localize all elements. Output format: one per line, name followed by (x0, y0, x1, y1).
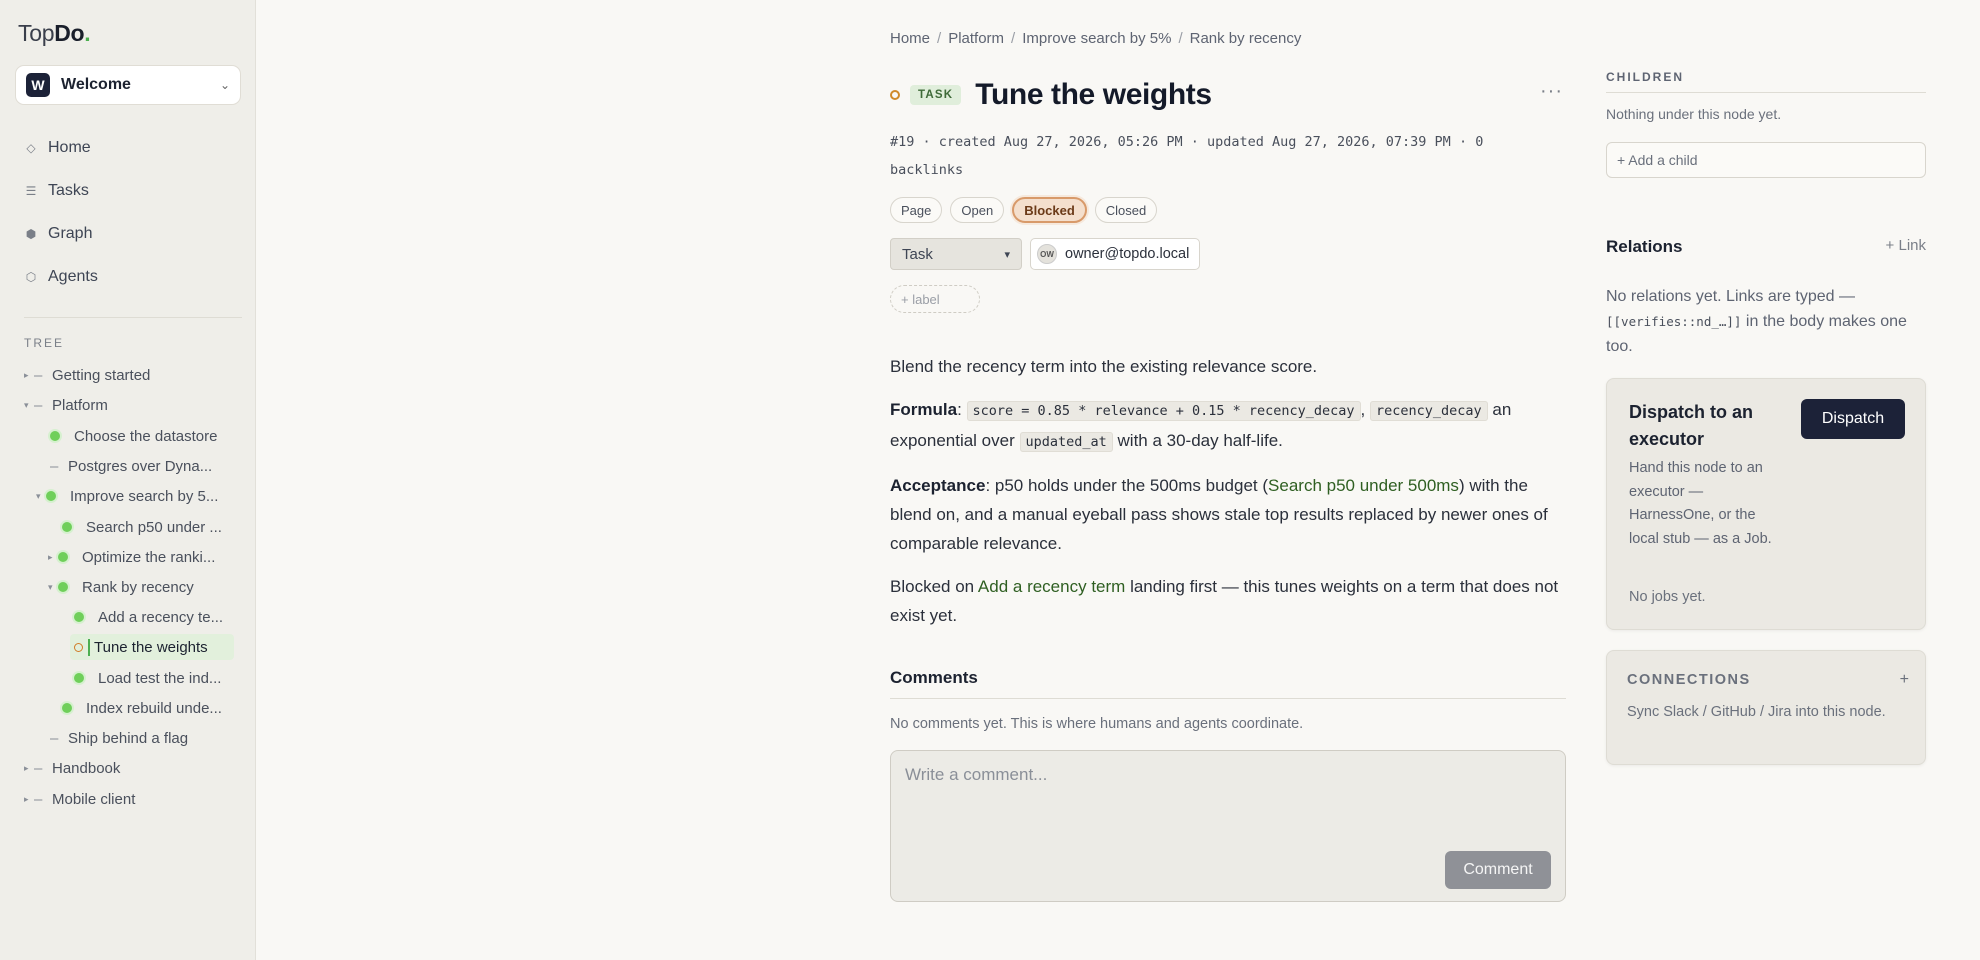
workspace-switcher[interactable]: W Welcome ⌄ (15, 65, 241, 105)
caret-right-icon[interactable]: ▸ (24, 763, 34, 774)
tree-item[interactable]: ▾ Rank by recency (48, 574, 194, 600)
dispatch-title: Dispatch to an executor (1629, 402, 1754, 449)
type-badge: TASK (910, 85, 962, 105)
status-dot-icon (58, 552, 68, 562)
breadcrumb-item[interactable]: Rank by recency (1190, 30, 1302, 47)
status-dot-icon (74, 612, 84, 622)
caret-down-icon[interactable]: ▾ (48, 582, 58, 593)
caret-down-icon[interactable]: ▾ (36, 491, 46, 502)
tree-item[interactable]: ▾ – Platform (24, 392, 108, 418)
tree-item[interactable]: ▸ – Handbook (24, 755, 120, 781)
children-heading: CHILDREN (1606, 70, 1926, 93)
caret-right-icon[interactable]: ▸ (24, 370, 34, 381)
chevron-down-icon: ▾ (1004, 248, 1010, 261)
tree-item[interactable]: ▸ – Mobile client (24, 786, 135, 812)
node-link[interactable]: Add a recency term (978, 577, 1125, 596)
children-empty-text: Nothing under this node yet. (1606, 106, 1782, 122)
connections-description: Sync Slack / GitHub / Jira into this nod… (1627, 704, 1886, 720)
add-link-button[interactable]: + Link (1886, 237, 1926, 257)
dispatch-jobs-text: No jobs yet. (1629, 589, 1706, 605)
nav-graph[interactable]: ⬢ Graph (24, 221, 93, 247)
body-paragraph: Formula: score = 0.85 * relevance + 0.15… (890, 400, 1512, 452)
tree-item[interactable]: Add a recency te... (74, 604, 223, 630)
add-connection-icon[interactable]: + (1900, 671, 1909, 689)
node-header: TASK Tune the weights (890, 74, 1212, 116)
node-link[interactable]: Search p50 under 500ms (1268, 476, 1459, 495)
nav-tasks[interactable]: ☰ Tasks (24, 178, 89, 204)
comment-button[interactable]: Comment (1445, 851, 1551, 889)
more-options-icon[interactable]: ··· (1540, 80, 1563, 103)
add-label-button[interactable]: + label (890, 285, 980, 313)
nav-agents[interactable]: ⬡ Agents (24, 264, 98, 290)
body-paragraph: Blocked on Add a recency term landing fi… (890, 577, 1559, 625)
app-logo[interactable]: TopDo. (18, 20, 91, 47)
tree-item[interactable]: ▾ Improve search by 5... (36, 483, 218, 509)
agents-icon: ⬡ (25, 270, 37, 284)
status-dot-icon (62, 703, 72, 713)
body-paragraph: Blend the recency term into the existing… (890, 357, 1318, 376)
owner-chip[interactable]: OW owner@topdo.local (1030, 238, 1201, 270)
status-pill-page[interactable]: Page (890, 197, 943, 223)
sidebar: TopDo. W Welcome ⌄ ◇ Home ☰ Tasks ⬢ Graph ⬡… (0, 0, 256, 960)
status-dot-icon (74, 673, 84, 683)
tree-heading: TREE (24, 336, 65, 350)
tree-item[interactable]: Load test the ind... (74, 665, 221, 691)
status-ring-icon (890, 90, 900, 100)
breadcrumb-item[interactable]: Improve search by 5% (1022, 30, 1171, 47)
connections-heading: CONNECTIONS (1627, 672, 1751, 688)
workspace-name: Welcome (61, 76, 131, 93)
home-icon: ◇ (26, 141, 36, 155)
caret-right-icon[interactable]: ▸ (24, 794, 34, 805)
tree-item[interactable]: – Ship behind a flag (50, 725, 188, 751)
breadcrumb-item[interactable]: Platform (948, 30, 1004, 47)
page-title[interactable]: Tune the weights (975, 78, 1212, 112)
add-child-input[interactable]: + Add a child (1606, 142, 1926, 178)
graph-icon: ⬢ (25, 227, 37, 241)
breadcrumb-item[interactable]: Home (890, 30, 930, 47)
status-dot-icon (46, 491, 56, 501)
relations-header: Relations + Link (1606, 237, 1926, 257)
body-paragraph: Acceptance: p50 holds under the 500ms bu… (890, 476, 1548, 553)
tree-item[interactable]: Index rebuild unde... (62, 695, 222, 721)
tree-item[interactable]: ▸ – Getting started (24, 362, 150, 388)
dispatch-card: Dispatch to an executor Dispatch Hand th… (1606, 378, 1926, 630)
tree-item[interactable]: Choose the datastore (50, 423, 217, 449)
list-icon: ☰ (25, 184, 37, 198)
comments-heading: Comments (890, 668, 1566, 699)
type-select[interactable]: Task ▾ (890, 238, 1022, 270)
status-pill-open[interactable]: Open (950, 197, 1005, 223)
breadcrumb: Home / Platform / Improve search by 5% / Ra… (890, 30, 1302, 47)
relations-text: No relations yet. Links are typed — [[ve… (1606, 288, 1907, 355)
node-meta: #19 · created Aug 27, 2026, 05:26 PM · u… (890, 134, 1484, 178)
dispatch-button[interactable]: Dispatch (1801, 399, 1905, 439)
relations-heading: Relations (1606, 237, 1683, 256)
workspace-avatar: W (26, 73, 50, 97)
tree-item[interactable]: Search p50 under ... (62, 514, 222, 540)
status-dot-icon (58, 582, 68, 592)
tree-item[interactable]: ▸ Optimize the ranki... (48, 544, 215, 570)
connections-card: CONNECTIONS + Sync Slack / GitHub / Jira… (1606, 650, 1926, 765)
status-pills: Page Open Blocked Closed (890, 197, 1158, 223)
dispatch-description: Hand this node to an executor — HarnessO… (1629, 460, 1772, 547)
status-dot-icon (50, 431, 60, 441)
tree-item-selected[interactable]: Tune the weights (70, 634, 234, 660)
chevron-down-icon: ⌄ (219, 78, 230, 92)
node-body: Blend the recency term into the existing… (890, 352, 1566, 644)
caret-down-icon[interactable]: ▾ (24, 400, 34, 411)
comments-empty-text: No comments yet. This is where humans an… (890, 716, 1304, 732)
nav-home[interactable]: ◇ Home (24, 135, 90, 161)
status-ring-icon (74, 642, 83, 652)
tree-item[interactable]: – Postgres over Dyna... (50, 453, 212, 479)
status-dot-icon (62, 522, 72, 532)
status-pill-blocked[interactable]: Blocked (1012, 197, 1087, 223)
caret-right-icon[interactable]: ▸ (48, 552, 58, 563)
status-pill-closed[interactable]: Closed (1094, 197, 1158, 223)
sidebar-divider (24, 317, 242, 318)
owner-avatar: OW (1037, 244, 1057, 264)
